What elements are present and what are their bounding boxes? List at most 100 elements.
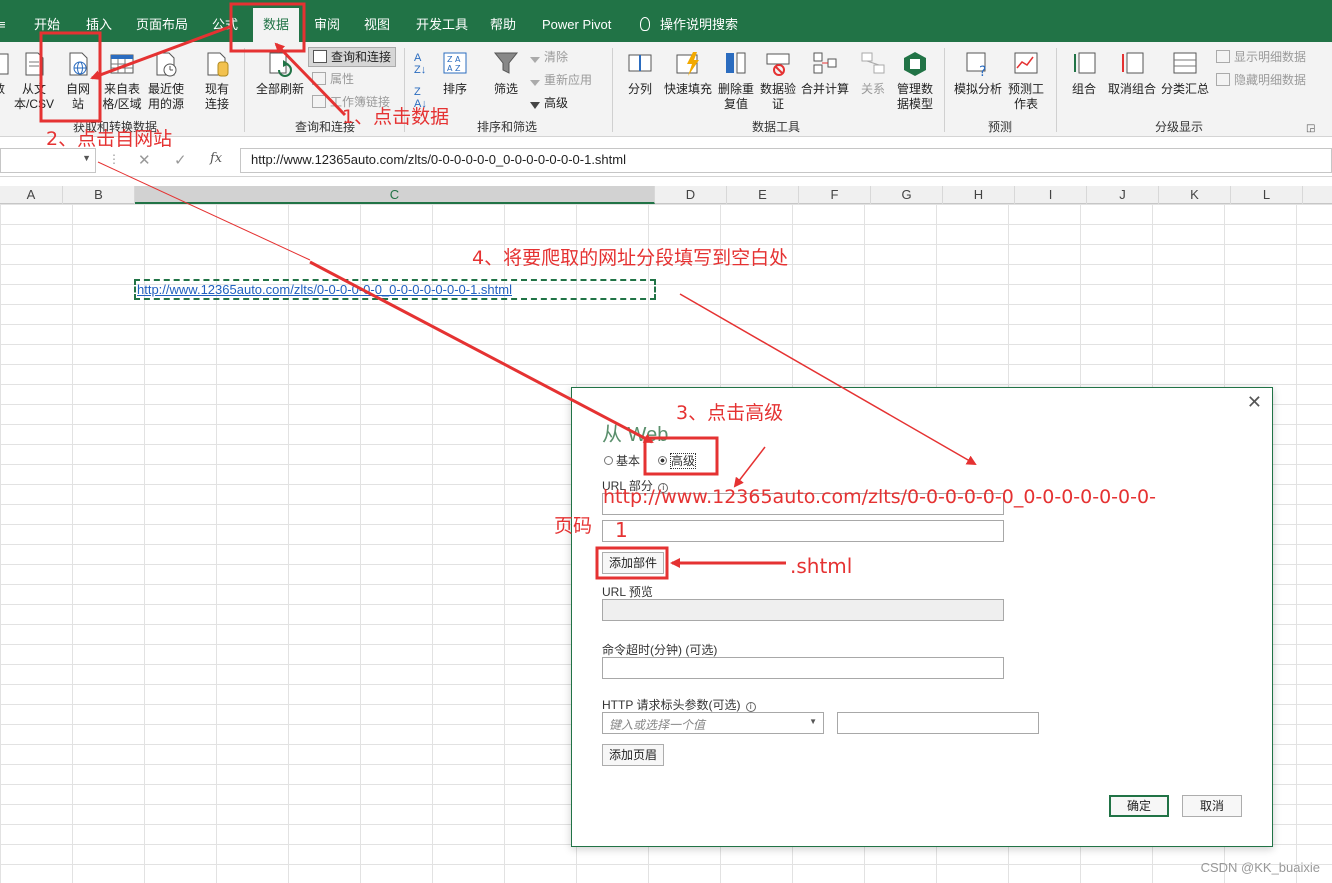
- reapply-button[interactable]: 重新应用: [530, 72, 592, 88]
- tab-power-pivot[interactable]: Power Pivot: [542, 0, 611, 42]
- tab-data[interactable]: 数据: [253, 8, 300, 42]
- properties-label: 属性: [330, 72, 355, 86]
- formula-input[interactable]: http://www.12365auto.com/zlts/0-0-0-0-0-…: [240, 148, 1332, 173]
- advanced-filter-button[interactable]: 高级: [530, 95, 568, 111]
- column-header-b[interactable]: B: [63, 186, 135, 204]
- column-header-a[interactable]: A: [0, 186, 63, 204]
- sort-az-button[interactable]: A Z↓: [414, 52, 426, 76]
- subtotal-button[interactable]: 分类汇总: [1160, 50, 1210, 97]
- from-web-button[interactable]: 自网站: [60, 50, 96, 112]
- tab-view[interactable]: 视图: [364, 0, 390, 42]
- timeout-input[interactable]: [602, 657, 1004, 679]
- chevron-down-icon[interactable]: ▼: [82, 153, 91, 163]
- cancel-button[interactable]: 取消: [1182, 795, 1242, 817]
- existing-connections-button[interactable]: 现有连接: [198, 50, 236, 112]
- recent-sources-button[interactable]: 最近使用的源: [146, 50, 186, 112]
- from-table-button[interactable]: 来自表格/区域: [100, 50, 144, 112]
- column-header-d[interactable]: D: [655, 186, 727, 204]
- connection-file-icon: [207, 52, 229, 77]
- sort-button[interactable]: Z AA Z 排序: [438, 50, 472, 97]
- url-preview-field: [602, 599, 1004, 621]
- http-header-value-input[interactable]: [837, 712, 1039, 734]
- queries-pane-icon: [313, 50, 327, 63]
- queries-connections-label: 查询和连接: [331, 50, 392, 64]
- hide-detail-button[interactable]: 隐藏明细数据: [1216, 72, 1306, 88]
- http-header-select[interactable]: 键入或选择一个值 ▼: [602, 712, 824, 734]
- from-web-label: 自网站: [66, 82, 91, 111]
- properties-button[interactable]: 属性: [312, 71, 354, 87]
- tab-help[interactable]: 帮助: [490, 0, 516, 42]
- group-button[interactable]: 组合: [1064, 50, 1104, 97]
- ribbon-tab-file[interactable]: ≡: [0, 0, 6, 42]
- dialog-launcher-icon[interactable]: ◲: [1306, 121, 1315, 137]
- column-header-l[interactable]: L: [1231, 186, 1303, 204]
- ok-button[interactable]: 确定: [1109, 795, 1169, 817]
- column-header-e[interactable]: E: [727, 186, 799, 204]
- column-header-i[interactable]: I: [1015, 186, 1087, 204]
- flash-fill-icon: [676, 52, 699, 76]
- enter-icon[interactable]: ✓: [174, 151, 187, 169]
- text-to-columns-button[interactable]: 分列: [622, 50, 658, 97]
- group-separator: [244, 48, 245, 132]
- cancel-icon[interactable]: ✕: [138, 151, 151, 169]
- close-icon[interactable]: ✕: [1247, 392, 1262, 413]
- tab-insert[interactable]: 插入: [86, 0, 112, 42]
- tab-developer[interactable]: 开发工具: [416, 0, 468, 42]
- add-part-button[interactable]: 添加部件: [602, 552, 664, 574]
- text-to-columns-label: 分列: [627, 82, 652, 96]
- http-header-label: HTTP 请求标头参数(可选) i: [602, 696, 756, 713]
- ribbon-tab-bar: ≡ 开始 插入 页面布局 公式 数据 审阅 视图 开发工具 帮助 Power P…: [0, 0, 1332, 42]
- consolidate-icon: [813, 52, 837, 74]
- show-detail-label: 显示明细数据: [1234, 50, 1307, 64]
- manage-data-model-button[interactable]: 管理数据模型: [894, 50, 936, 112]
- from-text-csv-button[interactable]: 从文本/CSV: [12, 50, 56, 112]
- add-header-button[interactable]: 添加页眉: [602, 744, 664, 766]
- tab-formulas[interactable]: 公式: [212, 0, 238, 42]
- cell-url-link[interactable]: http://www.12365auto.com/zlts/0-0-0-0-0-…: [137, 282, 512, 297]
- funnel-icon: [493, 52, 519, 74]
- column-header-h[interactable]: H: [943, 186, 1015, 204]
- formula-bar-dots-icon: ⋮: [108, 152, 120, 166]
- clear-label: 清除: [544, 50, 569, 64]
- filter-button[interactable]: 筛选: [488, 50, 524, 97]
- data-validation-button[interactable]: 数据验证: [758, 50, 798, 112]
- http-header-label-text: HTTP 请求标头参数(可选): [602, 698, 741, 712]
- insert-function-icon[interactable]: fx: [210, 151, 222, 166]
- relationships-button[interactable]: 关系: [856, 50, 890, 97]
- advanced-radio[interactable]: 高级: [658, 452, 697, 469]
- clear-filter-button[interactable]: 清除: [530, 49, 568, 65]
- tab-home[interactable]: 开始: [34, 0, 60, 42]
- column-header-g[interactable]: G: [871, 186, 943, 204]
- tell-me-search[interactable]: 操作说明搜索: [640, 0, 738, 42]
- refresh-all-button[interactable]: 全部刷新: [254, 50, 306, 97]
- text-file-icon: [25, 52, 44, 76]
- consolidate-button[interactable]: 合并计算: [800, 50, 850, 97]
- existing-connections-label: 现有连接: [204, 82, 229, 111]
- forecast-sheet-button[interactable]: 预测工作表: [1006, 50, 1046, 112]
- column-header-c[interactable]: C: [135, 186, 655, 204]
- data-validation-label: 数据验证: [759, 82, 796, 111]
- tab-review[interactable]: 审阅: [314, 0, 340, 42]
- column-header-k[interactable]: K: [1159, 186, 1231, 204]
- tab-page-layout[interactable]: 页面布局: [136, 0, 188, 42]
- radio-checked-icon: [658, 456, 667, 465]
- basic-radio[interactable]: 基本: [604, 452, 640, 469]
- what-if-analysis-button[interactable]: ? 模拟分析: [952, 50, 1004, 97]
- ungroup-button[interactable]: 取消组合: [1106, 50, 1158, 97]
- refresh-all-label: 全部刷新: [255, 82, 304, 96]
- flash-fill-button[interactable]: 快速填充: [662, 50, 714, 97]
- hide-detail-label: 隐藏明细数据: [1234, 73, 1307, 87]
- annotation-shtml: .shtml: [790, 554, 853, 578]
- dialog-title: 从 Web: [602, 424, 669, 446]
- get-data-button[interactable]: 数: [0, 50, 12, 97]
- svg-text:Z A: Z A: [447, 55, 461, 64]
- column-header-j[interactable]: J: [1087, 186, 1159, 204]
- remove-duplicates-button[interactable]: 删除重复值: [716, 50, 756, 112]
- queries-connections-button[interactable]: 查询和连接: [308, 47, 397, 67]
- group-separator: [1056, 48, 1057, 132]
- url-part-2-input[interactable]: [602, 520, 1004, 542]
- column-header-f[interactable]: F: [799, 186, 871, 204]
- show-detail-button[interactable]: 显示明细数据: [1216, 49, 1306, 65]
- name-box[interactable]: ▼: [0, 148, 96, 173]
- reapply-icon: [530, 80, 540, 86]
